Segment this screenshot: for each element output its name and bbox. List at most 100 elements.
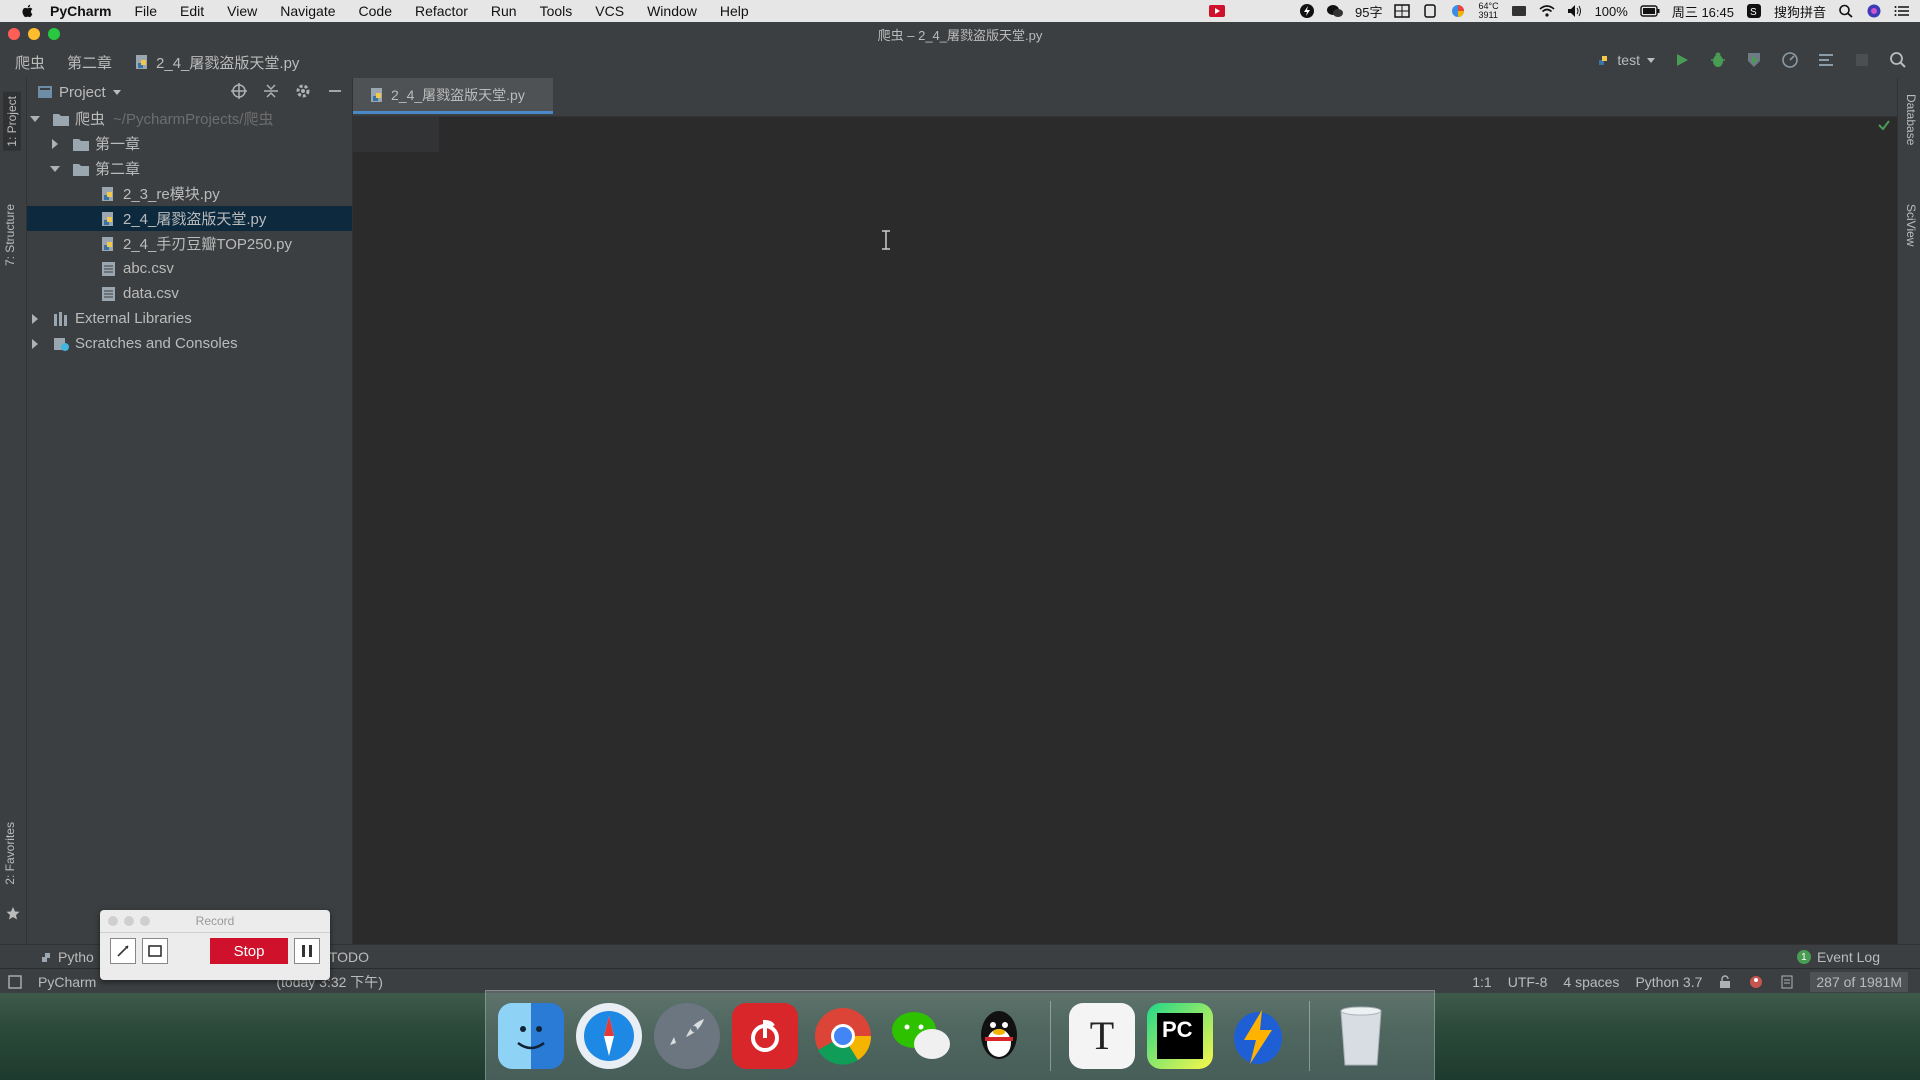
menu-navigate[interactable]: Navigate bbox=[280, 3, 335, 19]
hector-inspector-icon[interactable] bbox=[1748, 974, 1764, 990]
dock-finder[interactable] bbox=[498, 1002, 564, 1069]
tool-windows-toggle-icon[interactable] bbox=[8, 974, 22, 989]
menu-vcs[interactable]: VCS bbox=[595, 3, 624, 19]
tree-item-file-selected[interactable]: 2_4_屠戮盗版天堂.py bbox=[27, 206, 352, 231]
run-with-coverage-button[interactable] bbox=[1744, 50, 1764, 70]
clock[interactable]: 周三 16:45 bbox=[1672, 2, 1734, 21]
tree-item-file[interactable]: 2_3_re模块.py bbox=[27, 181, 352, 206]
run-configuration-selector[interactable]: test bbox=[1597, 52, 1656, 68]
lock-icon[interactable] bbox=[1718, 974, 1732, 989]
menu-help[interactable]: Help bbox=[720, 3, 749, 19]
collapse-all-icon[interactable] bbox=[262, 82, 280, 100]
expanded-arrow-icon[interactable] bbox=[29, 113, 41, 125]
dock-pycharm[interactable]: PC bbox=[1147, 1002, 1213, 1069]
dock-netease-music[interactable] bbox=[732, 1002, 798, 1069]
tree-item-folder[interactable]: 第二章 bbox=[27, 156, 352, 181]
clipboard-icon[interactable] bbox=[1422, 4, 1438, 18]
menu-refactor[interactable]: Refactor bbox=[415, 3, 468, 19]
color-wheel-icon[interactable] bbox=[1450, 4, 1466, 18]
siri-icon[interactable] bbox=[1866, 4, 1882, 18]
expanded-arrow-icon[interactable] bbox=[49, 163, 61, 175]
menu-window[interactable]: Window bbox=[647, 3, 697, 19]
python-console-tab[interactable]: Pytho bbox=[40, 949, 94, 965]
spotlight-search-icon[interactable] bbox=[1838, 4, 1854, 18]
tree-item-file[interactable]: abc.csv bbox=[27, 256, 352, 281]
python-interpreter[interactable]: Python 3.7 bbox=[1635, 974, 1702, 990]
display-icon[interactable] bbox=[1511, 4, 1527, 18]
recorder-stop-button[interactable]: Stop bbox=[210, 938, 288, 964]
recorder-annotate-button[interactable] bbox=[110, 938, 136, 964]
minimize-window-button[interactable] bbox=[28, 28, 40, 40]
dock-safari[interactable] bbox=[576, 1002, 642, 1069]
gear-icon[interactable] bbox=[294, 82, 312, 100]
collapsed-arrow-icon[interactable] bbox=[29, 338, 41, 350]
dock-trash[interactable] bbox=[1328, 1003, 1394, 1069]
profile-button[interactable] bbox=[1780, 50, 1800, 70]
menu-code[interactable]: Code bbox=[359, 3, 392, 19]
editor-tab-active[interactable]: 2_4_屠戮盗版天堂.py bbox=[353, 78, 553, 114]
tree-item-file[interactable]: data.csv bbox=[27, 281, 352, 306]
recorder-minimize[interactable] bbox=[124, 916, 134, 926]
menu-run[interactable]: Run bbox=[491, 3, 517, 19]
menu-tools[interactable]: Tools bbox=[540, 3, 573, 19]
recorder-zoom[interactable] bbox=[140, 916, 150, 926]
tree-item-root[interactable]: 爬虫 ~/PycharmProjects/爬虫 bbox=[27, 106, 352, 131]
hide-panel-icon[interactable] bbox=[326, 82, 344, 100]
menu-app-pycharm[interactable]: PyCharm bbox=[50, 3, 111, 19]
memory-indicator-icon[interactable] bbox=[1780, 975, 1794, 989]
recorder-close[interactable] bbox=[108, 916, 118, 926]
recorder-pause-button[interactable] bbox=[294, 938, 320, 964]
bolt-icon[interactable] bbox=[1299, 4, 1315, 18]
tool-tab-structure[interactable]: 7: Structure bbox=[3, 204, 17, 266]
grid-icon[interactable] bbox=[1394, 4, 1411, 18]
dock-thunder[interactable] bbox=[1225, 1003, 1291, 1069]
search-everywhere-button[interactable] bbox=[1888, 50, 1908, 70]
editor-area[interactable]: 2_4_屠戮盗版天堂.py bbox=[353, 78, 1897, 944]
tree-item-file[interactable]: 2_4_手刃豆瓣TOP250.py bbox=[27, 231, 352, 256]
tool-tab-project[interactable]: 1: Project bbox=[3, 92, 21, 151]
caret-position[interactable]: 1:1 bbox=[1472, 974, 1491, 990]
battery-icon[interactable] bbox=[1640, 4, 1660, 18]
collapsed-arrow-icon[interactable] bbox=[29, 313, 41, 325]
inspection-ok-icon[interactable] bbox=[1877, 118, 1891, 132]
debug-button[interactable] bbox=[1708, 50, 1728, 70]
fullscreen-window-button[interactable] bbox=[48, 28, 60, 40]
tree-item-scratches[interactable]: Scratches and Consoles bbox=[27, 331, 352, 356]
menu-edit[interactable]: Edit bbox=[180, 3, 204, 19]
dock-launchpad[interactable] bbox=[654, 1002, 720, 1069]
breadcrumb-project[interactable]: 爬虫 bbox=[15, 52, 45, 73]
indent-setting[interactable]: 4 spaces bbox=[1563, 974, 1619, 990]
wifi-icon[interactable] bbox=[1539, 4, 1555, 18]
sogou-icon[interactable]: S bbox=[1746, 4, 1762, 18]
dock-chrome[interactable] bbox=[810, 1003, 876, 1069]
breadcrumb-folder[interactable]: 第二章 bbox=[67, 52, 112, 73]
wechat-tray-icon[interactable] bbox=[1327, 4, 1343, 18]
recorder-region-button[interactable] bbox=[142, 938, 168, 964]
tree-item-folder[interactable]: 第一章 bbox=[27, 131, 352, 156]
menu-view[interactable]: View bbox=[227, 3, 257, 19]
breadcrumb-file[interactable]: 2_4_屠戮盗版天堂.py bbox=[134, 52, 299, 73]
close-window-button[interactable] bbox=[8, 28, 20, 40]
concurrency-diagram-button[interactable] bbox=[1816, 50, 1836, 70]
ime-label[interactable]: 搜狗拼音 bbox=[1774, 2, 1826, 21]
dock-typora[interactable]: T bbox=[1069, 1002, 1135, 1069]
event-log-tab[interactable]: 1 Event Log bbox=[1796, 949, 1880, 965]
volume-icon[interactable] bbox=[1567, 4, 1583, 18]
collapsed-arrow-icon[interactable] bbox=[49, 138, 61, 150]
tree-item-external-libraries[interactable]: External Libraries bbox=[27, 306, 352, 331]
notification-center-icon[interactable] bbox=[1894, 4, 1910, 18]
tool-tab-database[interactable]: Database bbox=[1904, 94, 1918, 145]
tool-tab-favorites[interactable]: 2: Favorites bbox=[3, 822, 17, 885]
project-view-selector[interactable]: Project bbox=[37, 84, 122, 101]
run-button[interactable] bbox=[1672, 50, 1692, 70]
tool-tab-sciview[interactable]: SciView bbox=[1904, 204, 1918, 246]
menu-file[interactable]: File bbox=[134, 3, 157, 19]
memory-usage[interactable]: 287 of 1981M bbox=[1810, 971, 1908, 992]
screen-record-icon[interactable] bbox=[1209, 4, 1225, 18]
stop-button[interactable] bbox=[1852, 50, 1872, 70]
file-encoding[interactable]: UTF-8 bbox=[1508, 974, 1548, 990]
todo-tab[interactable]: TODO bbox=[329, 949, 369, 965]
dock-wechat[interactable] bbox=[888, 1003, 954, 1069]
locate-file-icon[interactable] bbox=[230, 82, 248, 100]
dock-qq[interactable] bbox=[966, 1003, 1032, 1069]
